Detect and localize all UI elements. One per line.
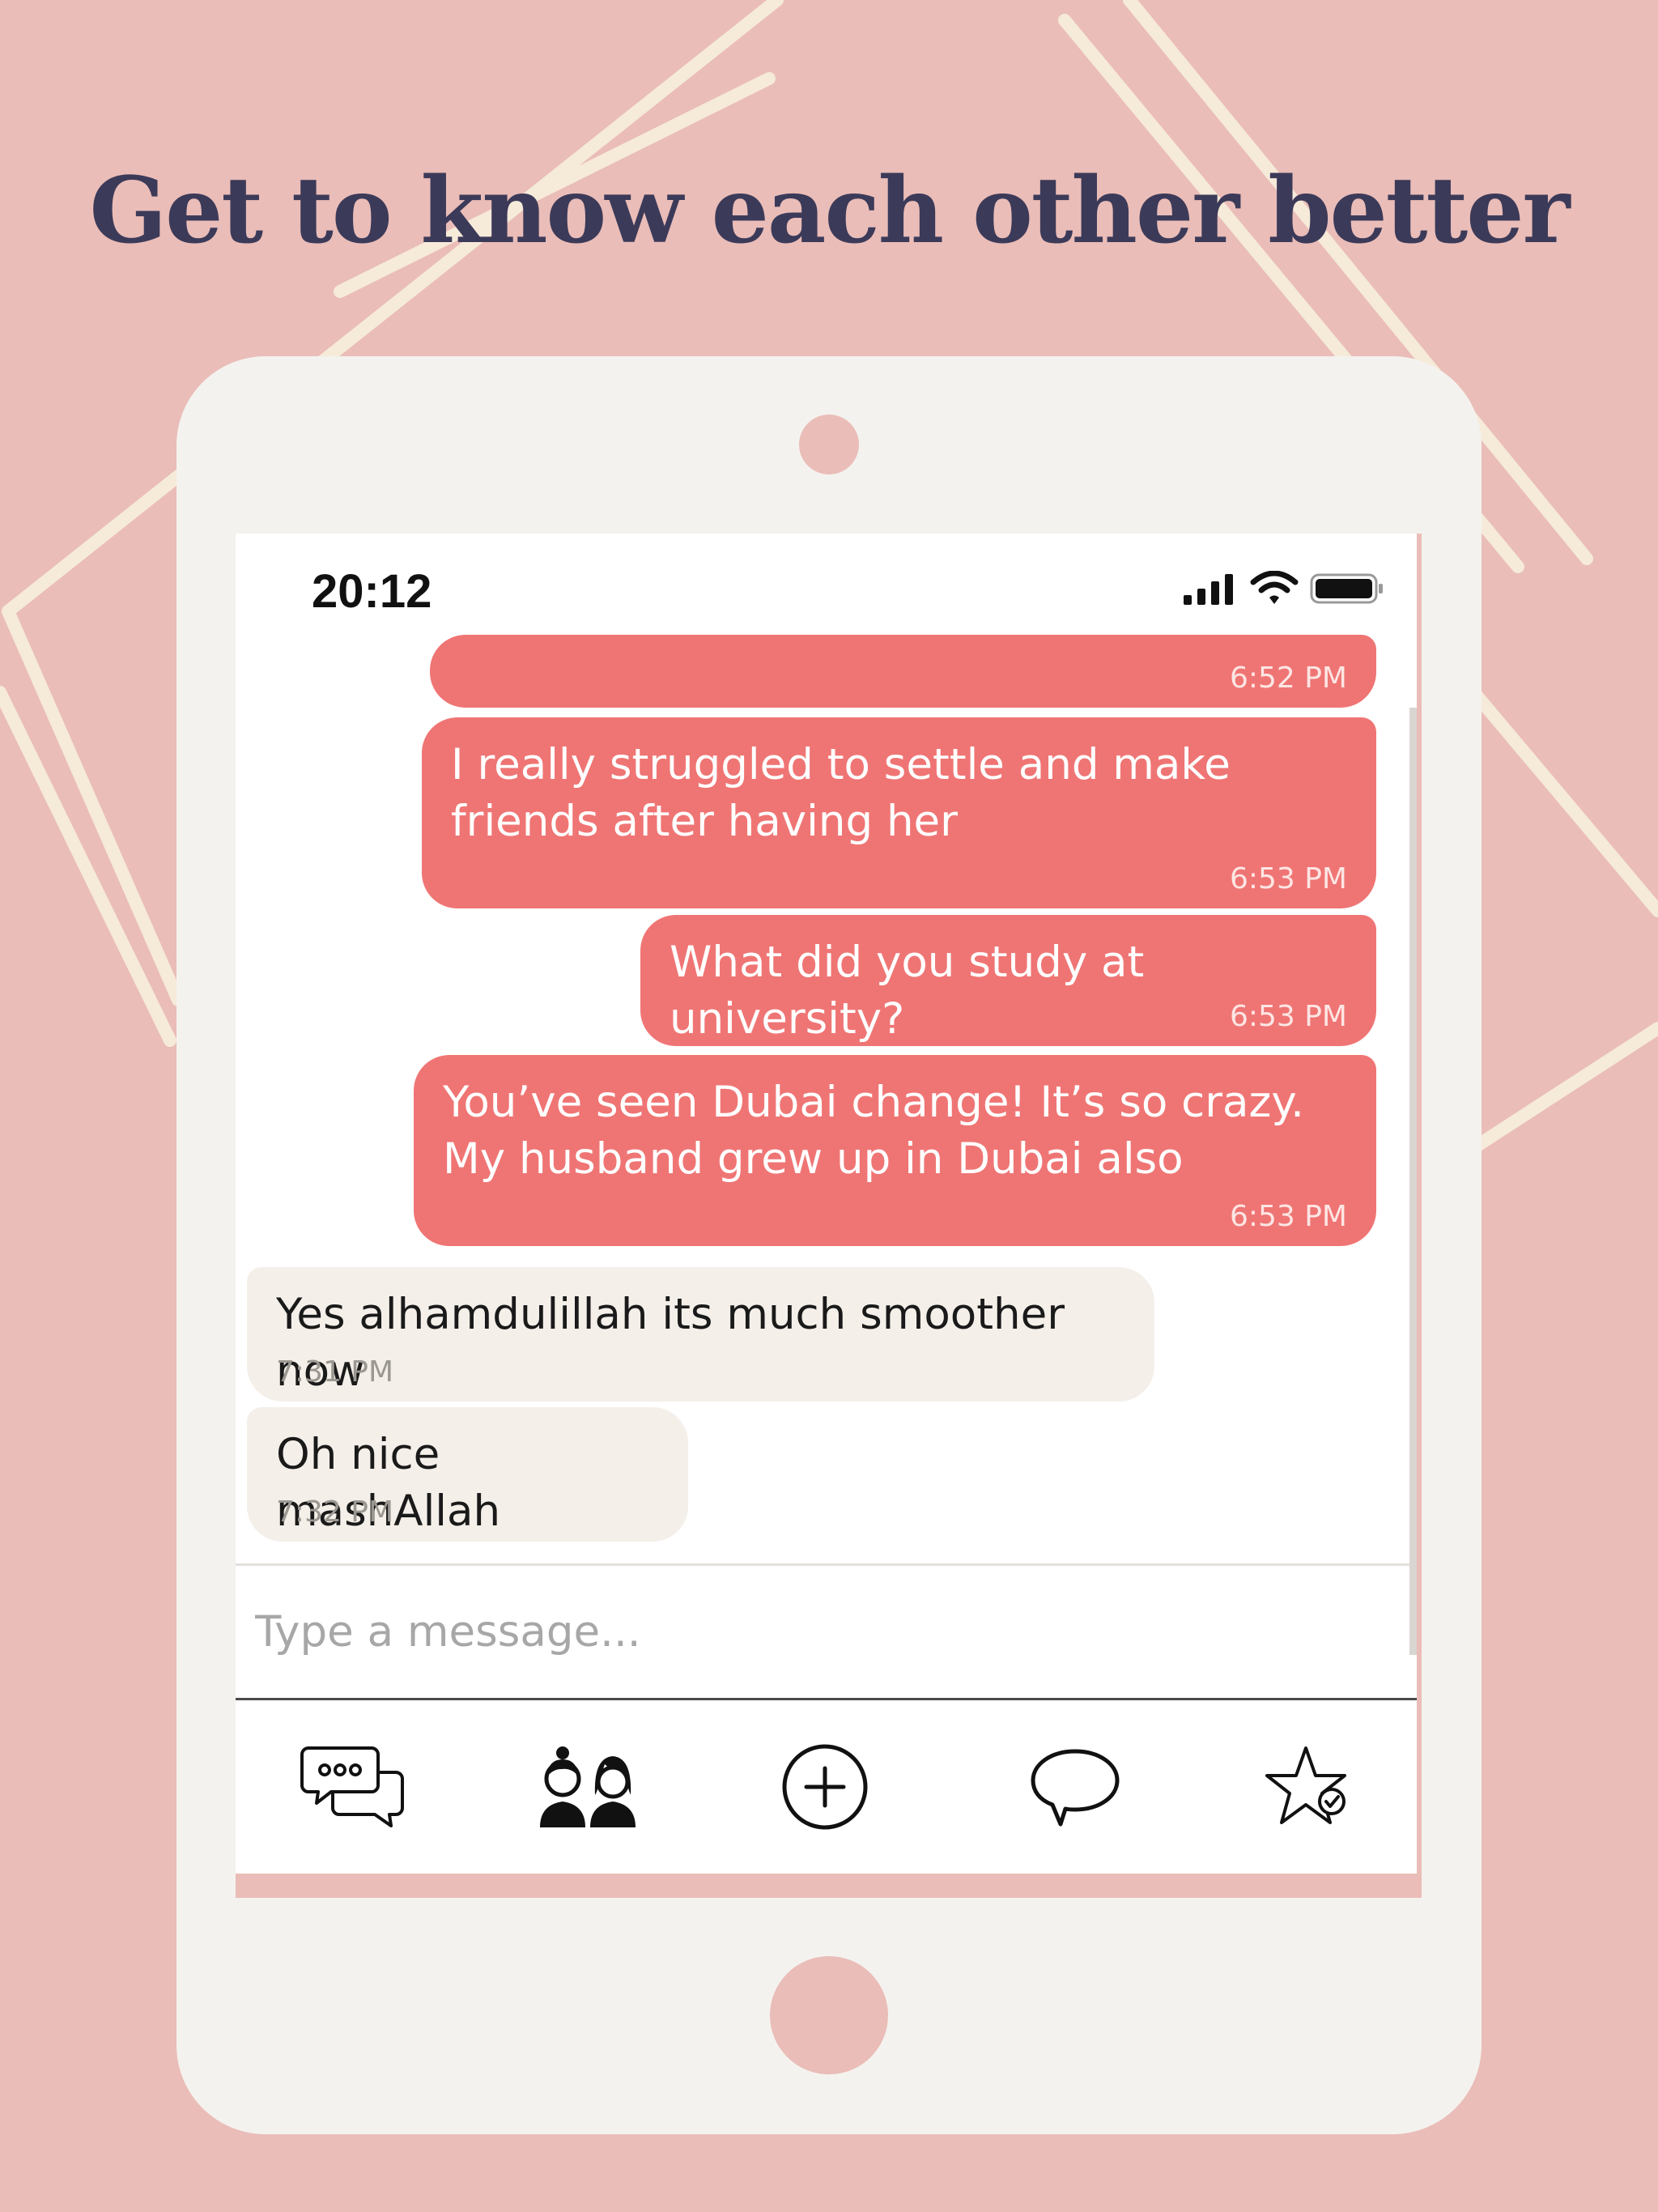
cellular-signal-icon [1184, 574, 1233, 605]
message-time: 6:53 PM [1229, 862, 1347, 895]
add-icon [782, 1744, 868, 1830]
message-bubble-outgoing[interactable]: What did you study at university? 6:53 P… [640, 915, 1376, 1046]
message-bubble-outgoing[interactable]: You’ve seen Dubai change! It’s so crazy.… [414, 1055, 1376, 1246]
message-bubble-outgoing[interactable]: 6:52 PM [430, 635, 1376, 708]
tab-chats[interactable] [272, 1700, 434, 1874]
message-text: You’ve seen Dubai change! It’s so crazy.… [443, 1078, 1305, 1184]
wifi-icon [1250, 571, 1299, 604]
message-time: 7:32 PM [276, 1495, 394, 1529]
message-time: 6:53 PM [1229, 1000, 1347, 1033]
message-bubble-incoming[interactable]: Yes alhamdulillah its much smoother now … [247, 1267, 1154, 1402]
home-button[interactable] [770, 1956, 888, 2074]
message-time: 6:53 PM [1229, 1200, 1347, 1233]
headline: Get to know each other better [89, 158, 1570, 264]
camera-dot [799, 415, 859, 474]
message-text: Yes alhamdulillah its much smoother now [276, 1290, 1065, 1396]
chats-icon [300, 1746, 404, 1827]
message-composer [236, 1566, 1409, 1698]
message-time: 7:31 PM [276, 1355, 394, 1389]
status-time: 20:12 [312, 565, 432, 618]
status-icons [1182, 571, 1384, 606]
tab-favorites[interactable] [1227, 1700, 1389, 1874]
tab-messages[interactable] [994, 1700, 1156, 1874]
battery-icon [1310, 573, 1383, 604]
message-bubble-outgoing[interactable]: I really struggled to settle and make fr… [422, 717, 1376, 908]
messages-icon [1031, 1749, 1120, 1827]
matches-icon [540, 1746, 636, 1827]
tab-matches[interactable] [507, 1700, 669, 1874]
message-bubble-incoming[interactable]: Oh nice mashAllah 7:32 PM [247, 1407, 688, 1542]
app-screen: 20:12 6:52 PM I really struggled to sett… [236, 534, 1417, 1874]
message-input[interactable] [253, 1590, 1374, 1673]
tab-bar [236, 1700, 1417, 1874]
message-text: I really struggled to settle and make fr… [451, 740, 1231, 846]
message-time: 6:52 PM [1229, 661, 1347, 695]
tab-add[interactable] [744, 1700, 906, 1874]
favorites-icon [1265, 1746, 1346, 1824]
